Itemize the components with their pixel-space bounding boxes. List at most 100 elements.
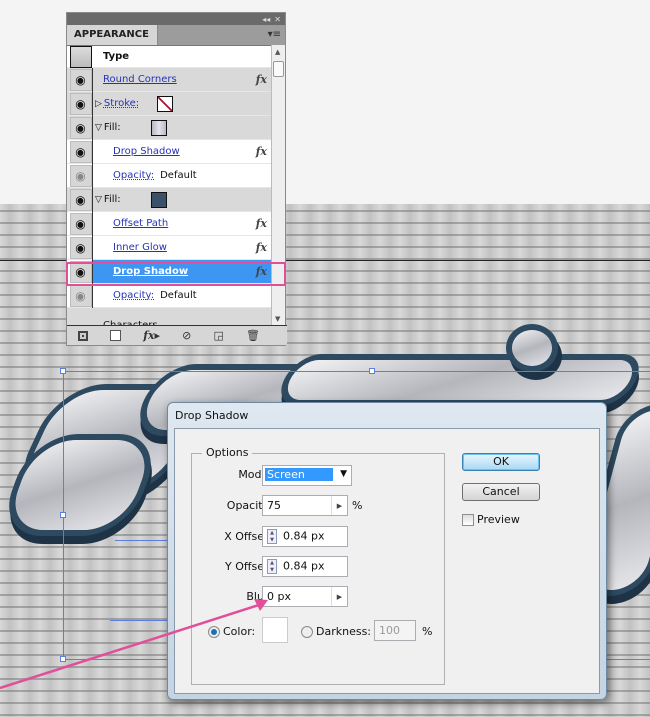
list-item[interactable]: ◉ Opacity: Default [67,283,273,308]
opacity-slider-arrow-icon[interactable]: ▶ [331,496,347,515]
options-group: Options Mode: Screen ▼ Opacity: 75 ▶ % X… [191,446,445,685]
effect-label[interactable]: Round Corners [103,74,177,85]
visibility-eye-icon[interactable]: ◉ [69,188,92,211]
trash-icon[interactable]: 🗑 [246,329,260,342]
y-offset-label: Y Offset: [225,560,272,573]
visibility-eye-icon[interactable]: ◉ [69,140,92,163]
visibility-eye-icon[interactable]: ◉ [69,92,92,115]
artwork-letter [512,330,552,366]
list-item[interactable]: ◉ ▽ Fill: [67,187,273,212]
x-offset-label: X Offset: [224,530,272,543]
fx-menu-icon[interactable]: fx▸ [143,329,160,342]
selection-bound-top [63,371,650,372]
shadow-color-swatch[interactable] [262,617,288,643]
list-item[interactable]: ◉ ▽ Fill: [67,115,273,140]
list-item[interactable]: ◉ Offset Path fx [67,211,273,236]
list-item[interactable]: ◉ Opacity: Default [67,163,273,188]
close-icon[interactable]: ✕ [274,15,281,24]
collapse-triangle-icon[interactable]: ▽ [95,123,102,133]
panel-titlebar[interactable]: ◂◂ ✕ [67,13,285,25]
x-offset-value: 0.84 px [283,529,325,543]
cancel-button[interactable]: Cancel [462,483,540,501]
x-offset-stepper-icon[interactable]: ▲ ▼ [267,529,277,544]
tab-appearance[interactable]: APPEARANCE [67,25,158,45]
fx-icon: fx [255,73,267,86]
blur-label: Blur: [246,590,272,603]
selection-handle[interactable] [60,656,66,662]
color-radio[interactable] [208,626,220,638]
dialog-title: Drop Shadow [175,409,249,422]
fill-label: Fill: [103,194,121,205]
appearance-target-label: Type [103,51,130,62]
collapse-triangle-icon[interactable]: ▽ [95,195,102,205]
artwork-letter [280,360,640,400]
selection-handle[interactable] [60,368,66,374]
add-stroke-icon[interactable] [78,330,89,341]
list-item[interactable]: ◉ Drop Shadow fx [67,139,273,164]
opacity-label: Opacity: [226,499,272,512]
blur-value: 0 px [267,590,291,603]
visibility-eye-icon[interactable]: ◉ [69,68,92,91]
opacity-input-value: 75 [267,499,281,512]
darkness-label: Darkness: [316,625,372,638]
blur-input[interactable]: 0 px ▶ [262,586,348,607]
list-item[interactable]: ◉ Round Corners fx [67,67,273,92]
preview-label: Preview [477,513,520,526]
appearance-panel: ◂◂ ✕ APPEARANCE ▾≡ Type ◉ Round Corners … [66,12,287,346]
y-offset-stepper-icon[interactable]: ▲ ▼ [267,559,277,574]
effect-label[interactable]: Drop Shadow [113,146,180,157]
opacity-label[interactable]: Opacity: [113,290,154,301]
mode-select[interactable]: Screen ▼ [262,465,352,486]
ok-button[interactable]: OK [462,453,540,471]
fx-icon: fx [255,217,267,230]
fill-label: Fill: [103,122,121,133]
collapse-icon[interactable]: ◂◂ [262,15,270,24]
opacity-label[interactable]: Opacity: [113,170,154,181]
effect-label[interactable]: Inner Glow [113,242,167,253]
visibility-eye-icon[interactable]: ◉ [69,212,92,235]
blur-slider-arrow-icon[interactable]: ▶ [331,587,347,606]
highlight-annotation [66,262,286,286]
opacity-value: Default [160,290,197,301]
y-offset-input[interactable]: ▲ ▼ 0.84 px [262,556,348,577]
list-item[interactable]: ◉ Inner Glow fx [67,235,273,260]
list-item[interactable]: ◉ ▷ Stroke: [67,91,273,116]
appearance-header-row: Type [67,46,273,68]
expand-triangle-icon[interactable]: ▷ [95,99,102,109]
clear-appearance-icon[interactable]: ⊘ [182,329,191,342]
fill-swatch[interactable] [150,119,167,136]
stroke-none-swatch[interactable] [157,95,174,112]
selection-baseline [110,620,170,621]
x-offset-input[interactable]: ▲ ▼ 0.84 px [262,526,348,547]
mode-value: Screen [265,468,333,481]
color-label: Color: [223,625,256,638]
selection-handle[interactable] [369,368,375,374]
opacity-input[interactable]: 75 ▶ [262,495,348,516]
visibility-eye-icon[interactable]: ◉ [69,236,92,259]
list-item[interactable]: Characters [67,308,273,326]
scroll-down-icon[interactable]: ▼ [275,315,280,323]
drop-shadow-dialog: Drop Shadow Options Mode: Screen ▼ Opaci… [167,402,607,700]
fx-icon: fx [255,241,267,254]
panel-menu-icon[interactable]: ▾≡ [268,29,281,40]
selection-handle[interactable] [60,512,66,518]
visibility-eye-icon[interactable]: ◉ [69,116,92,139]
preview-checkbox[interactable] [462,514,474,526]
visibility-eye-icon[interactable]: ◉ [69,284,92,307]
duplicate-item-icon[interactable]: ◲ [213,329,223,342]
scroll-thumb[interactable] [273,61,284,77]
scroll-up-icon[interactable]: ▲ [275,48,280,56]
add-fill-icon[interactable] [110,330,122,341]
darkness-unit: % [422,625,433,638]
chevron-down-icon[interactable]: ▼ [340,469,347,479]
darkness-radio[interactable] [301,626,313,638]
stroke-label[interactable]: Stroke: [104,98,139,109]
visibility-eye-icon[interactable]: ◉ [69,164,92,187]
darkness-input[interactable]: 100 [374,620,416,641]
type-thumbnail-icon [70,46,92,68]
effect-label[interactable]: Offset Path [113,218,168,229]
opacity-value: Default [160,170,197,181]
fx-icon: fx [255,145,267,158]
fill-swatch[interactable] [150,191,167,208]
options-group-title: Options [202,446,253,459]
